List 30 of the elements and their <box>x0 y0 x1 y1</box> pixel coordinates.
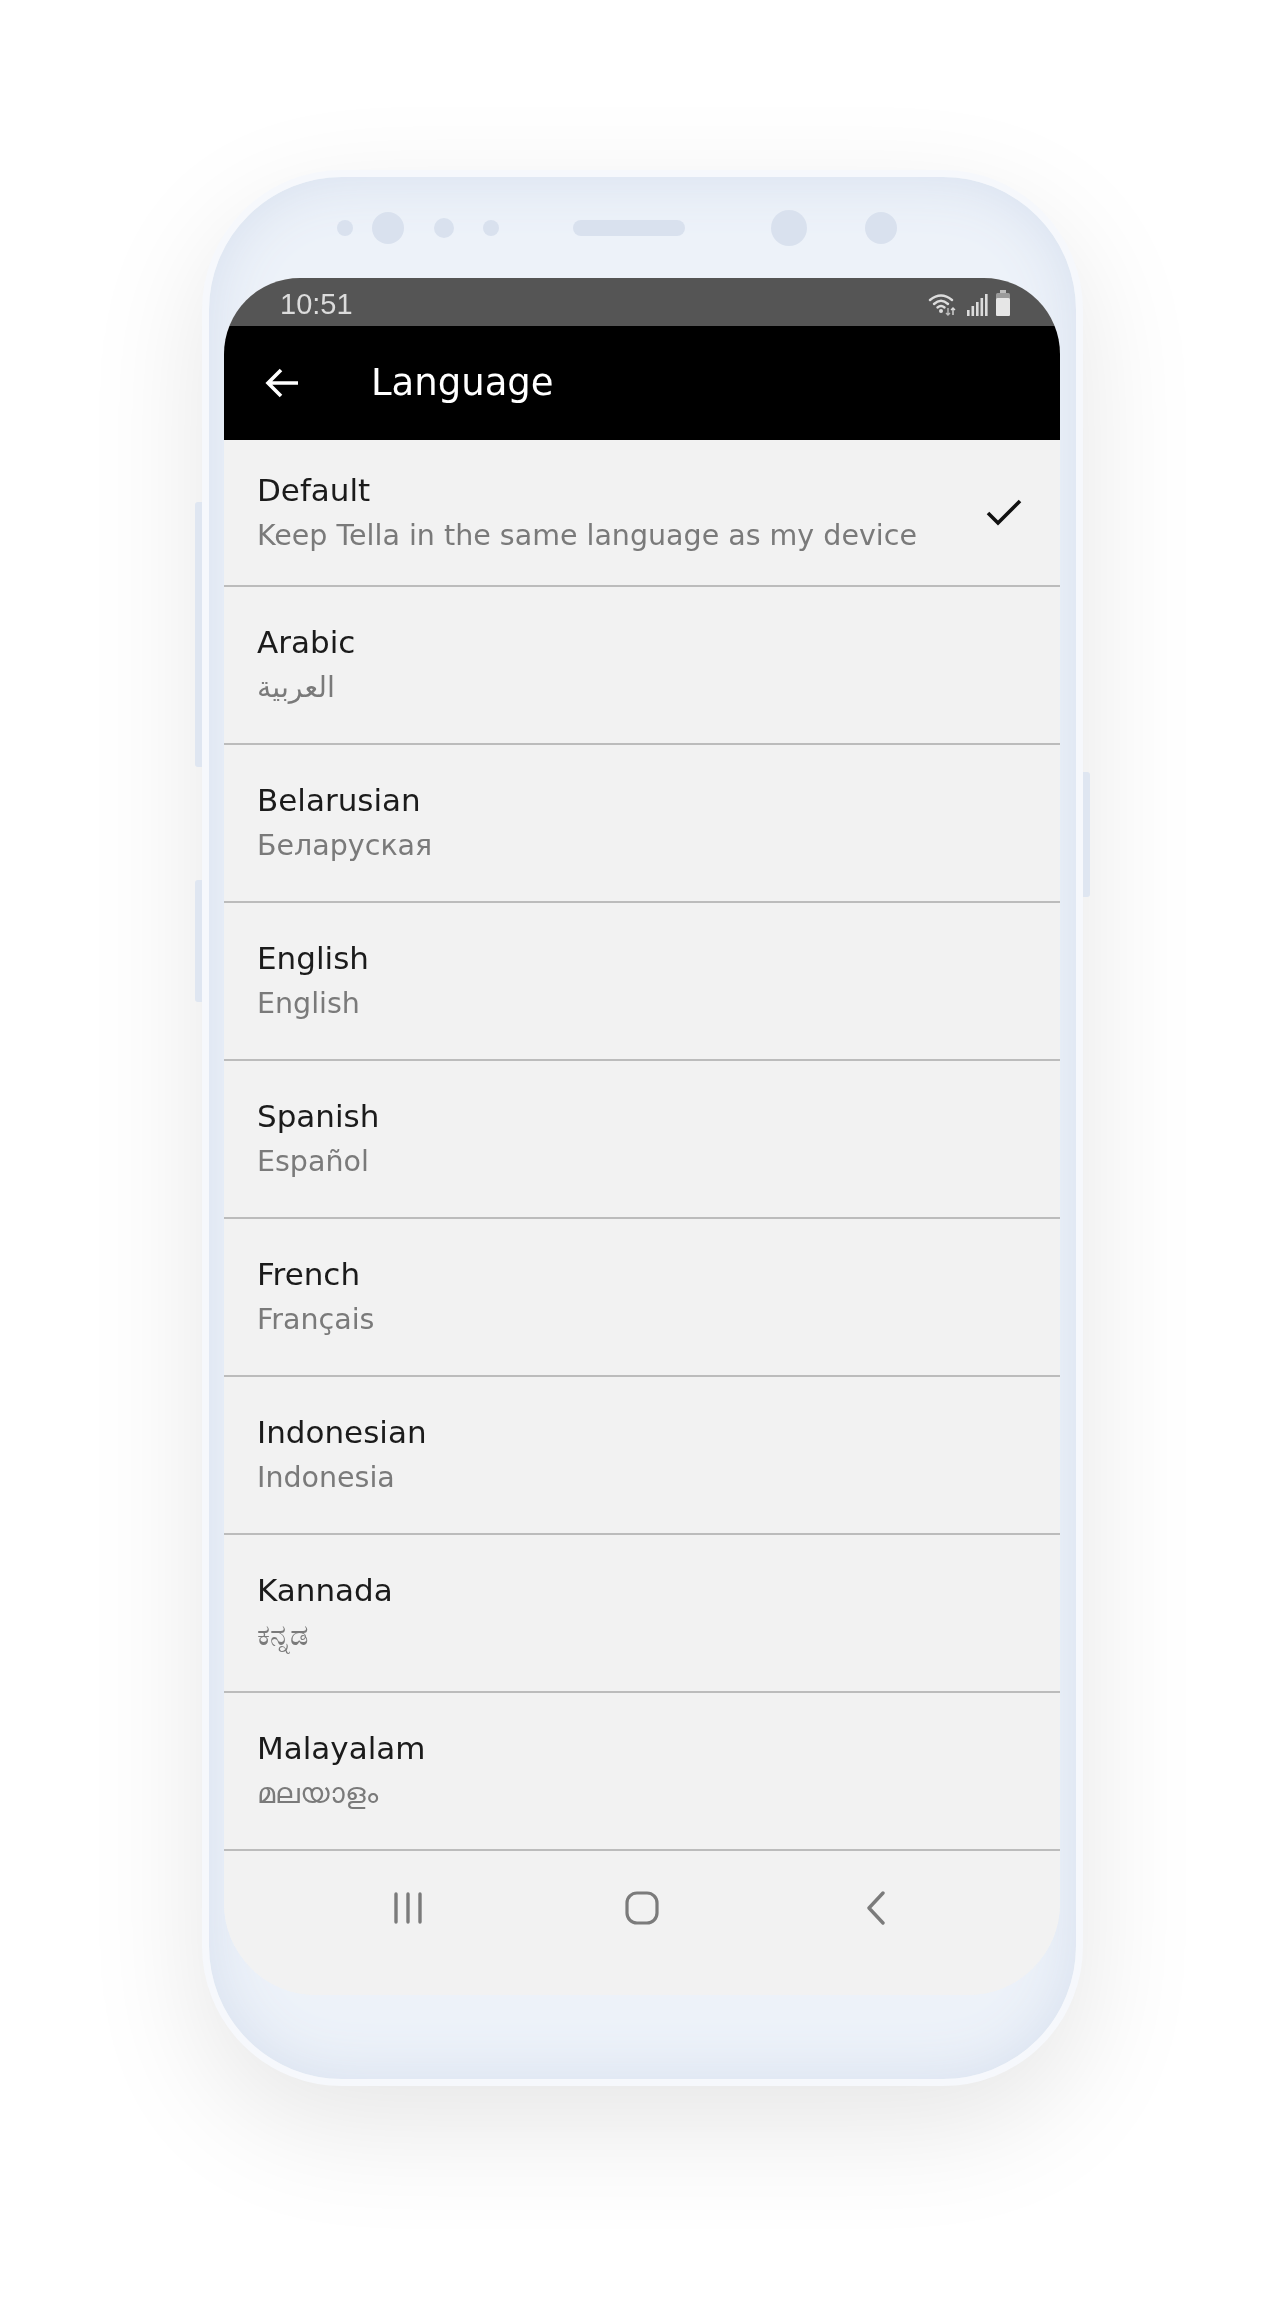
home-icon <box>625 1891 659 1925</box>
language-name: Malayalam <box>257 1729 426 1768</box>
language-native-name: English <box>257 986 361 1022</box>
home-button[interactable] <box>625 1891 659 1925</box>
language-name: French <box>257 1255 362 1294</box>
language-native-name: Français <box>257 1302 375 1338</box>
language-name: Belarusian <box>257 781 422 820</box>
language-native-name: മലയാളം <box>257 1776 379 1812</box>
recent-apps-button[interactable] <box>391 1891 425 1925</box>
wifi-icon <box>928 292 958 316</box>
language-name: Default <box>257 470 372 510</box>
back-chevron-icon <box>866 1891 886 1925</box>
signal-icon <box>966 294 988 316</box>
language-native-name: ಕನ್ನಡ <box>257 1618 309 1656</box>
language-native-name: Indonesia <box>257 1460 396 1496</box>
language-name: Indonesian <box>257 1413 427 1452</box>
language-native-name: Беларуская <box>257 828 433 864</box>
check-icon <box>986 498 1022 527</box>
language-native-name: Español <box>257 1144 370 1180</box>
back-arrow-icon <box>264 367 300 399</box>
language-name: Spanish <box>257 1097 380 1136</box>
language-name: Arabic <box>257 623 356 662</box>
language-native-name: العربية <box>257 670 336 706</box>
battery-icon <box>996 290 1010 316</box>
language-name: Kannada <box>257 1571 393 1610</box>
language-name: English <box>257 939 369 978</box>
app-bar-title: Language <box>371 360 554 406</box>
recent-apps-icon <box>392 1892 424 1924</box>
language-native-name: Keep Tella in the same language as my device <box>257 517 917 554</box>
status-time: 10:51 <box>280 287 353 321</box>
